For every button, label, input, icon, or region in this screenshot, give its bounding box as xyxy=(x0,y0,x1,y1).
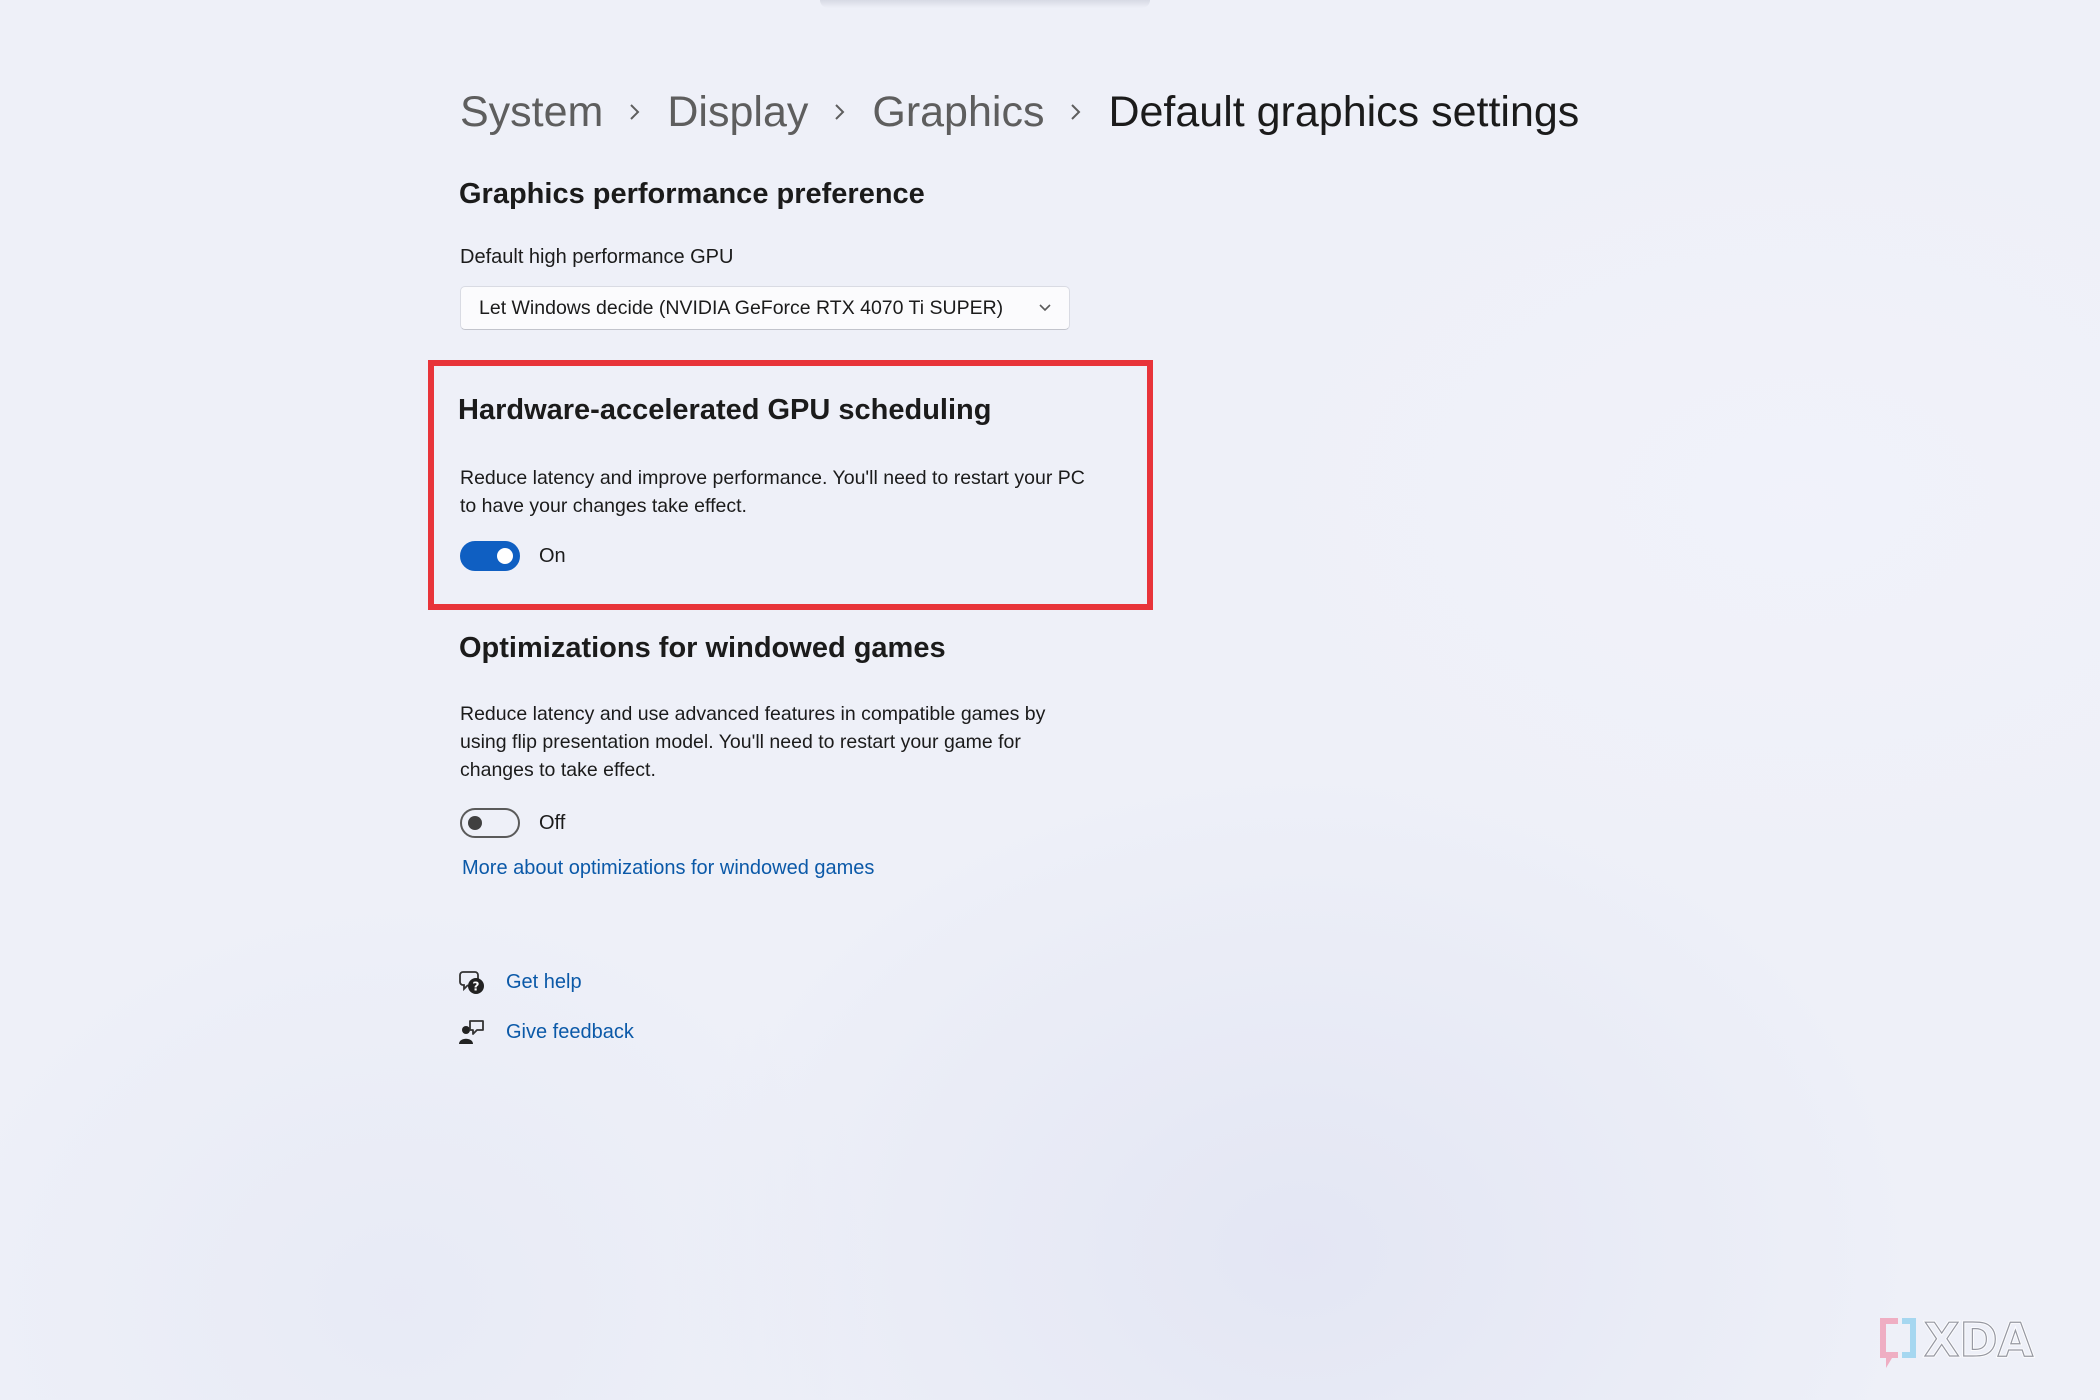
breadcrumb-graphics[interactable]: Graphics xyxy=(872,82,1044,142)
breadcrumb-system[interactable]: System xyxy=(460,82,603,142)
get-help-row[interactable]: ? Get help xyxy=(458,968,582,996)
get-help-link[interactable]: Get help xyxy=(506,971,582,994)
windowed-toggle-state: Off xyxy=(539,811,566,834)
hags-toggle-row: On xyxy=(460,541,566,571)
gpu-dropdown-value: Let Windows decide (NVIDIA GeForce RTX 4… xyxy=(479,296,1004,319)
chevron-right-icon xyxy=(808,102,872,122)
hags-description: Reduce latency and improve performance. … xyxy=(460,464,1085,520)
performance-section-title: Graphics performance preference xyxy=(459,178,925,210)
give-feedback-row[interactable]: Give feedback xyxy=(458,1018,634,1046)
gpu-dropdown[interactable]: Let Windows decide (NVIDIA GeForce RTX 4… xyxy=(460,286,1070,330)
svg-text:XDA: XDA xyxy=(1924,1313,2034,1367)
windowed-description: Reduce latency and use advanced features… xyxy=(460,700,1045,784)
breadcrumb: System Display Graphics Default graphics… xyxy=(460,82,1579,142)
chevron-down-icon xyxy=(1037,303,1053,313)
hags-description-line: Reduce latency and improve performance. … xyxy=(460,467,1085,489)
hags-description-line: to have your changes take effect. xyxy=(460,495,747,517)
hags-toggle-state: On xyxy=(539,544,566,567)
windowed-description-line: changes to take effect. xyxy=(460,759,656,781)
xda-logo: XDA XDA xyxy=(1872,1308,2082,1378)
windowed-description-line: Reduce latency and use advanced features… xyxy=(460,703,1046,725)
windowed-more-link[interactable]: More about optimizations for windowed ga… xyxy=(462,857,874,880)
page-title: Default graphics settings xyxy=(1108,88,1580,136)
svg-text:?: ? xyxy=(473,980,480,994)
give-feedback-link[interactable]: Give feedback xyxy=(506,1021,634,1044)
windowed-section-title: Optimizations for windowed games xyxy=(459,632,946,664)
windowed-toggle[interactable] xyxy=(460,808,520,838)
hags-toggle[interactable] xyxy=(460,541,520,571)
feedback-person-icon xyxy=(458,1018,486,1046)
chevron-right-icon xyxy=(1044,102,1108,122)
windowed-description-line: using flip presentation model. You'll ne… xyxy=(460,731,1021,753)
toggle-knob xyxy=(468,816,482,830)
hags-section-title: Hardware-accelerated GPU scheduling xyxy=(458,394,992,426)
window-top-edge xyxy=(820,0,1150,8)
help-chat-icon: ? xyxy=(458,968,486,996)
gpu-label: Default high performance GPU xyxy=(460,246,734,268)
toggle-knob xyxy=(497,548,513,564)
breadcrumb-display[interactable]: Display xyxy=(667,82,808,142)
windowed-toggle-row: Off xyxy=(460,808,565,838)
chevron-right-icon xyxy=(603,102,667,122)
